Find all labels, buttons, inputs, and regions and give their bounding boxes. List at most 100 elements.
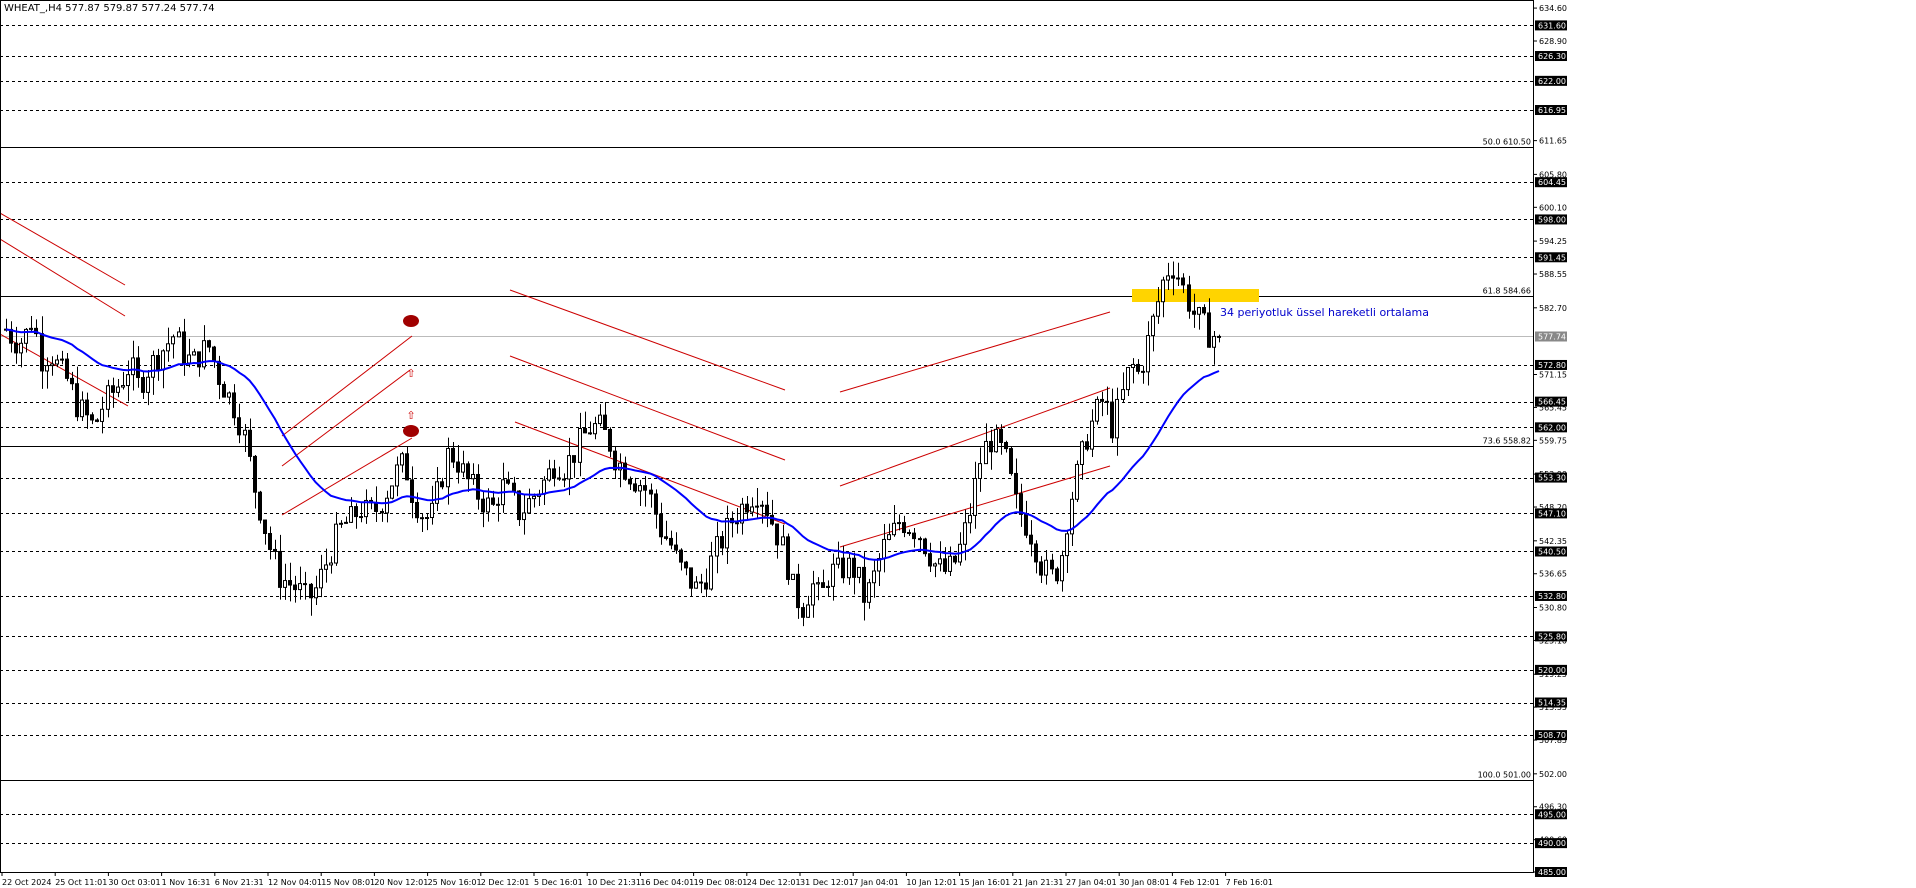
price-badge-label: 508.70 bbox=[1538, 731, 1566, 740]
candle-body bbox=[694, 581, 698, 589]
candle-body bbox=[283, 580, 287, 588]
candle-body bbox=[80, 399, 84, 418]
candle-body bbox=[166, 343, 170, 352]
candle-body bbox=[1136, 363, 1140, 372]
x-tick-label: 21 Jan 21:31 bbox=[1013, 878, 1064, 887]
candle-body bbox=[1146, 335, 1150, 373]
candle-body bbox=[892, 522, 896, 536]
candle-body bbox=[237, 417, 241, 436]
candle-body bbox=[1212, 335, 1216, 348]
price-badge-label: 514.35 bbox=[1538, 699, 1566, 708]
candle-body bbox=[852, 557, 856, 578]
fibonacci-levels: 50.0 610.50 61.8 584.66 73.6 558.82 100.0 5… bbox=[0, 138, 1533, 781]
candle-body bbox=[253, 455, 257, 493]
candle-body bbox=[182, 331, 186, 364]
candle-body bbox=[1202, 307, 1206, 314]
candle-body bbox=[841, 557, 845, 579]
top-marker-ellipse bbox=[403, 315, 419, 327]
candle-body bbox=[628, 478, 632, 485]
candle-body bbox=[151, 355, 155, 378]
x-tick-label: 7 Jan 04:01 bbox=[853, 878, 899, 887]
candle-body bbox=[385, 497, 389, 514]
candle-body bbox=[131, 357, 135, 376]
price-badge-label: 598.00 bbox=[1538, 215, 1566, 224]
x-tick-label: 24 Dec 12:01 bbox=[747, 878, 801, 887]
candle-body bbox=[547, 468, 551, 481]
candle-body bbox=[572, 455, 576, 463]
candle-body bbox=[354, 506, 358, 518]
candle-body bbox=[918, 538, 922, 541]
candle-body bbox=[907, 532, 911, 535]
candle-body bbox=[111, 385, 115, 393]
candle-body bbox=[400, 453, 404, 466]
candle-body bbox=[760, 504, 764, 507]
x-tick-label: 20 Nov 12:01 bbox=[374, 878, 428, 887]
price-badge-label: 604.45 bbox=[1538, 178, 1566, 187]
candle-body bbox=[232, 392, 236, 419]
plot-frame bbox=[0, 0, 1534, 873]
y-tick-label: 628.90 bbox=[1539, 37, 1567, 46]
x-tick-label: 27 Jan 04:01 bbox=[1066, 878, 1117, 887]
candle-body bbox=[923, 538, 927, 555]
candle-body bbox=[415, 501, 419, 519]
candle-body bbox=[770, 514, 774, 525]
candle-body bbox=[1171, 275, 1175, 279]
candle-body bbox=[517, 490, 521, 521]
candle-body bbox=[1075, 463, 1079, 500]
candle-body bbox=[978, 463, 982, 479]
candle-body bbox=[588, 432, 592, 435]
candle-body bbox=[95, 419, 99, 422]
price-badge-label: 553.30 bbox=[1538, 474, 1566, 483]
candle-body bbox=[720, 536, 724, 549]
y-tick-label: 594.25 bbox=[1539, 237, 1567, 246]
candle-body bbox=[643, 485, 647, 491]
price-chart[interactable]: 50.0 610.50 61.8 584.66 73.6 558.82 100.0 5… bbox=[0, 0, 1916, 888]
candle-body bbox=[106, 385, 110, 410]
candle-body bbox=[750, 506, 754, 513]
candle-body bbox=[334, 523, 338, 564]
candle-body bbox=[273, 548, 277, 552]
x-tick-label: 25 Nov 16:01 bbox=[428, 878, 482, 887]
y-tick-label: 536.65 bbox=[1539, 570, 1567, 579]
candle-body bbox=[715, 536, 719, 557]
candle-body bbox=[1090, 420, 1094, 450]
time-axis: 22 Oct 2024 25 Oct 11:01 30 Oct 03:01 1 Nov… bbox=[1, 872, 1273, 887]
x-tick-label: 10 Dec 21:31 bbox=[587, 878, 641, 887]
price-badge-label: 591.45 bbox=[1538, 253, 1566, 262]
candle-body bbox=[816, 582, 820, 585]
candle-body bbox=[1009, 448, 1013, 474]
ema-label: 34 periyotluk üssel hareketli ortalama bbox=[1220, 306, 1429, 319]
candle-body bbox=[70, 377, 74, 385]
candle-body bbox=[781, 536, 785, 546]
candle-body bbox=[928, 553, 932, 567]
candle-body bbox=[293, 584, 297, 591]
candle-body bbox=[217, 360, 221, 385]
candle-body bbox=[704, 582, 708, 590]
candle-body bbox=[933, 563, 937, 567]
candle-body bbox=[638, 485, 642, 492]
channel-line bbox=[281, 369, 411, 467]
candle-body bbox=[943, 558, 947, 572]
candle-body bbox=[309, 583, 313, 599]
candle-body bbox=[1207, 312, 1211, 348]
candle-body bbox=[212, 346, 216, 362]
price-badge-label: 566.45 bbox=[1538, 398, 1566, 407]
candle-body bbox=[451, 447, 455, 463]
candle-body bbox=[85, 399, 89, 416]
candle-body bbox=[1044, 559, 1048, 576]
x-tick-label: 10 Jan 12:01 bbox=[906, 878, 957, 887]
supply-demand-zone bbox=[1132, 289, 1259, 302]
x-tick-label: 12 Nov 04:01 bbox=[268, 878, 322, 887]
candle-body bbox=[359, 516, 363, 519]
candle-body bbox=[897, 522, 901, 525]
candle-body bbox=[141, 377, 145, 393]
candle-body bbox=[867, 582, 871, 603]
candle-body bbox=[796, 573, 800, 609]
price-badge-label: 525.80 bbox=[1538, 632, 1566, 641]
price-badge-label: 622.00 bbox=[1538, 77, 1566, 86]
candle-body bbox=[461, 463, 465, 473]
candle-body bbox=[973, 477, 977, 516]
candle-body bbox=[857, 566, 861, 578]
candle-body bbox=[1166, 275, 1170, 281]
x-tick-label: 31 Dec 12:01 bbox=[800, 878, 854, 887]
